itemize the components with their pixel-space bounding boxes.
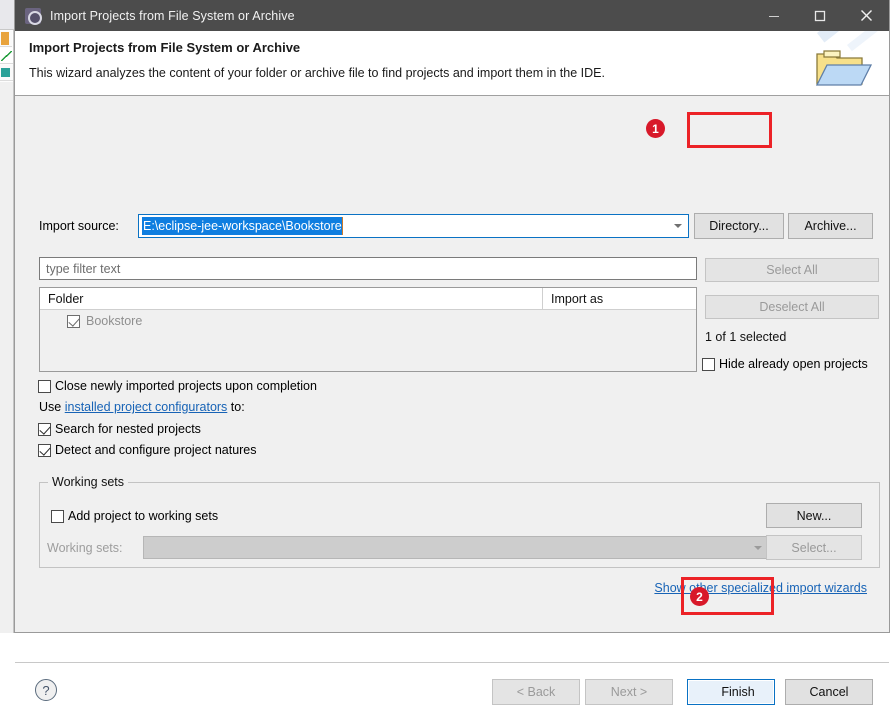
filter-input[interactable]: type filter text	[39, 257, 697, 280]
close-button[interactable]	[843, 0, 889, 31]
select-working-set-button[interactable]: Select...	[766, 535, 862, 560]
working-sets-group-title: Working sets	[48, 475, 129, 489]
add-to-working-sets-option[interactable]: Add project to working sets	[51, 509, 218, 523]
add-to-working-sets-label: Add project to working sets	[68, 509, 219, 523]
cancel-button-label: Cancel	[809, 685, 849, 699]
detect-natures-checkbox[interactable]	[38, 443, 51, 457]
search-nested-label: Search for nested projects	[55, 422, 201, 436]
page-description: This wizard analyzes the content of your…	[29, 66, 605, 80]
table-row[interactable]: Bookstore	[40, 310, 696, 332]
use-suffix-label: to:	[230, 400, 245, 414]
minimize-button[interactable]	[751, 0, 797, 31]
maximize-button[interactable]	[797, 0, 843, 31]
hide-open-projects-checkbox[interactable]	[702, 357, 715, 371]
bg-teal-icon	[1, 68, 10, 77]
title-bar: Import Projects from File System or Arch…	[15, 0, 889, 31]
installed-project-configurators-link[interactable]: installed project configurators	[65, 400, 228, 414]
selection-count: 1 of 1 selected	[705, 330, 787, 344]
directory-button-label: Directory...	[709, 219, 769, 233]
bg-green-icon	[1, 51, 12, 61]
archive-button-label: Archive...	[804, 219, 857, 233]
bg-panel	[0, 82, 13, 633]
column-header-import-as[interactable]: Import as	[543, 288, 696, 309]
archive-button[interactable]: Archive...	[788, 213, 873, 239]
deselect-all-button[interactable]: Deselect All	[705, 295, 879, 319]
import-source-value: E:\eclipse-jee-workspace\Bookstore	[142, 217, 343, 235]
back-button[interactable]: < Back	[492, 679, 580, 705]
help-icon: ?	[42, 682, 50, 698]
detect-natures-option[interactable]: Detect and configure project natures	[38, 443, 257, 457]
row-checkbox[interactable]	[67, 314, 80, 328]
select-all-button[interactable]: Select All	[705, 258, 879, 282]
gear-icon	[25, 7, 42, 25]
deselect-all-label: Deselect All	[759, 300, 825, 314]
directory-button[interactable]: Directory...	[694, 213, 784, 239]
show-other-wizards-link[interactable]: Show other specialized import wizards	[654, 581, 867, 595]
annotation-badge-2: 2	[690, 587, 709, 606]
back-button-label: < Back	[516, 685, 556, 699]
annotation-badge-1: 1	[646, 119, 665, 138]
bg-tab-row	[0, 0, 14, 30]
table-body: Bookstore	[40, 310, 696, 371]
bg-orange-icon	[1, 32, 9, 45]
help-button[interactable]: ?	[35, 679, 57, 701]
close-imported-label: Close newly imported projects upon compl…	[55, 379, 317, 393]
hide-open-projects-label: Hide already open projects	[719, 357, 868, 371]
use-prefix-label: Use	[39, 400, 62, 414]
working-sets-label: Working sets:	[47, 541, 123, 555]
footer-divider	[15, 662, 889, 663]
next-button[interactable]: Next >	[585, 679, 673, 705]
new-working-set-label: New...	[796, 508, 832, 523]
column-header-folder[interactable]: Folder	[40, 288, 543, 309]
import-source-input[interactable]: E:\eclipse-jee-workspace\Bookstore	[138, 214, 689, 238]
hide-open-projects-option[interactable]: Hide already open projects	[702, 357, 868, 371]
chevron-down-icon[interactable]	[674, 224, 682, 228]
working-sets-combo[interactable]	[143, 536, 771, 559]
add-to-working-sets-checkbox[interactable]	[51, 509, 64, 523]
import-projects-dialog: Import Projects from File System or Arch…	[14, 0, 890, 705]
finish-button-label: Finish	[721, 685, 755, 699]
finish-button[interactable]: Finish	[687, 679, 775, 705]
search-nested-option[interactable]: Search for nested projects	[38, 422, 201, 436]
import-source-label: Import source:	[39, 219, 119, 233]
select-all-label: Select All	[766, 263, 818, 277]
bg-tree-row-2	[0, 48, 13, 64]
filter-placeholder: type filter text	[46, 261, 121, 276]
select-working-set-label: Select...	[791, 540, 837, 555]
new-working-set-button[interactable]: New...	[766, 503, 862, 528]
page-title: Import Projects from File System or Arch…	[29, 40, 301, 55]
detect-natures-label: Detect and configure project natures	[55, 443, 257, 457]
window-title: Import Projects from File System or Arch…	[50, 8, 295, 23]
next-button-label: Next >	[610, 685, 648, 699]
close-imported-option[interactable]: Close newly imported projects upon compl…	[38, 379, 317, 393]
search-nested-checkbox[interactable]	[38, 422, 51, 436]
configurators-line: Use installed project configurators to:	[39, 400, 245, 414]
projects-table[interactable]: Folder Import as Bookstore	[39, 287, 697, 372]
row-folder-name: Bookstore	[86, 314, 143, 328]
close-imported-checkbox[interactable]	[38, 379, 51, 393]
cancel-button[interactable]: Cancel	[785, 679, 873, 705]
chevron-down-icon-working-sets[interactable]	[754, 546, 762, 550]
table-header: Folder Import as	[40, 288, 696, 310]
dialog-body: Import source: E:\eclipse-jee-workspace\…	[15, 96, 889, 705]
dialog-header: Import Projects from File System or Arch…	[15, 31, 889, 96]
folder-icon	[815, 50, 873, 86]
